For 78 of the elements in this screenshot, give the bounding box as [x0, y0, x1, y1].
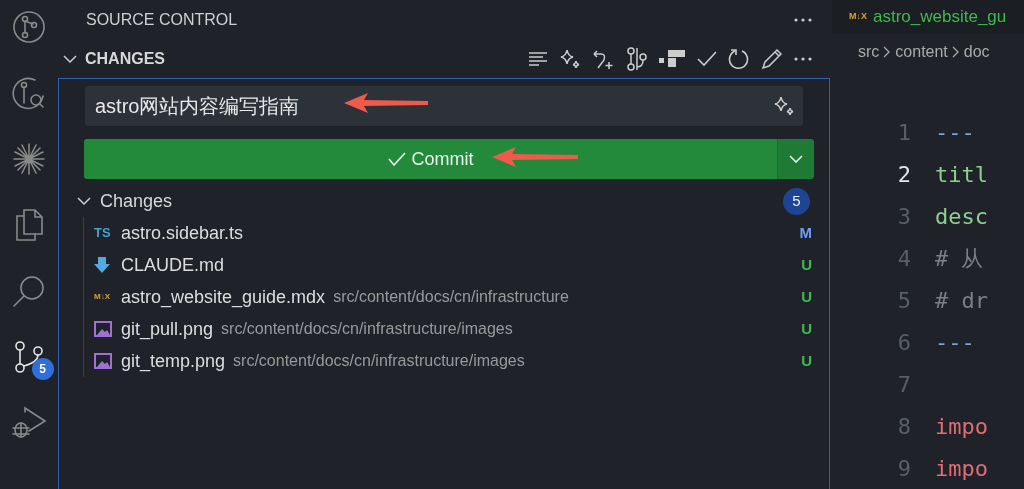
status-letter: M: [799, 222, 812, 243]
file-name: git_temp.png: [121, 349, 226, 374]
file-row[interactable]: git_pull.png src/content/docs/cn/infrastructure/images U: [84, 313, 829, 345]
count-badge: 5: [783, 187, 810, 215]
compare-icon[interactable]: [627, 47, 647, 71]
line-number: 5: [896, 286, 912, 315]
download-arrow-icon: [94, 256, 110, 274]
line-number: 7: [896, 370, 912, 399]
check-icon: [387, 152, 406, 166]
sidebar-title: SOURCE CONTROL: [86, 10, 238, 30]
image-icon: [94, 321, 112, 337]
file-row[interactable]: M↓X astro_website_guide.mdx src/content/docs/cn/infrastructure U: [84, 281, 829, 313]
editor-tab[interactable]: M↓X astro_website_gu: [832, 0, 1024, 35]
file-path: src/content/docs/cn/infrastructure/images: [221, 319, 513, 339]
chevron-icon: [63, 55, 77, 63]
file-path: src/content/docs/cn/infrastructure/images: [233, 351, 525, 371]
line-number: 8: [896, 412, 912, 441]
breadcrumb-item[interactable]: src: [858, 40, 880, 65]
status-letter: U: [801, 350, 812, 371]
file-path: src/content/docs/cn/infrastructure: [333, 287, 569, 307]
image-icon: [94, 353, 112, 369]
refresh-icon[interactable]: [728, 48, 750, 70]
line-number: 9: [896, 454, 912, 483]
markdown-icon: M↓X: [94, 291, 114, 303]
commit-button[interactable]: Commit: [84, 139, 777, 179]
code-line: impo: [935, 454, 988, 483]
line-number: 1: [896, 118, 912, 147]
sparkle-icon[interactable]: [559, 48, 581, 70]
badge: 5: [31, 358, 54, 380]
chevron-icon: [883, 46, 892, 59]
status-letter: U: [801, 254, 812, 275]
code-line: # dr: [935, 286, 988, 315]
breadcrumb-item[interactable]: content: [895, 40, 948, 65]
chevron-icon: [77, 197, 91, 205]
code-line: impo: [935, 412, 988, 441]
file-name: astro.sidebar.ts: [121, 221, 244, 245]
chevron-down-icon: [789, 155, 803, 163]
markdown-icon: M↓X: [849, 10, 867, 24]
group-header[interactable]: Changes: [77, 187, 173, 215]
stash-icon[interactable]: [658, 49, 686, 69]
tab-title: astro_website_gu: [873, 6, 1007, 29]
code-line: desc: [935, 202, 988, 231]
run-debug-icon[interactable]: [10, 406, 47, 440]
search-icon[interactable]: [11, 274, 46, 308]
code-line: ---: [935, 328, 975, 357]
code-line: # 从: [935, 244, 984, 273]
more-icon[interactable]: [794, 18, 812, 22]
status-letter: U: [801, 286, 812, 307]
file-row[interactable]: TS astro.sidebar.ts M: [84, 217, 829, 249]
line-number: 6: [896, 328, 912, 357]
undo-plus-icon[interactable]: [592, 48, 616, 70]
file-name: astro_website_guide.mdx: [121, 285, 326, 310]
file-row[interactable]: git_temp.png src/content/docs/cn/infrastructure/images U: [84, 345, 829, 377]
breadcrumb-item[interactable]: doc: [963, 40, 990, 65]
line-number: 3: [896, 202, 912, 231]
check-icon[interactable]: [697, 51, 717, 67]
file-name: CLAUDE.md: [121, 253, 225, 277]
code-line: ---: [935, 118, 975, 147]
pencil-icon[interactable]: [761, 48, 783, 70]
file-row[interactable]: CLAUDE.md U: [84, 249, 829, 281]
files-icon[interactable]: [13, 208, 44, 242]
commit-options-button[interactable]: [778, 139, 814, 179]
section-header[interactable]: CHANGES: [63, 47, 165, 71]
commit-message-field[interactable]: astro网站内容编写指南: [85, 86, 803, 126]
commit-message: astro网站内容编写指南: [95, 94, 300, 119]
line-number: 4: [896, 244, 912, 273]
typescript-icon: TS: [94, 223, 114, 243]
chevron-icon: [951, 46, 960, 59]
branch-icon[interactable]: [11, 10, 46, 44]
more-icon[interactable]: [794, 57, 812, 61]
asterisk-icon[interactable]: [11, 142, 46, 176]
file-name: git_pull.png: [121, 317, 214, 342]
sparkle-icon[interactable]: [773, 95, 795, 117]
code-line: titl: [935, 160, 988, 189]
branch-search-icon[interactable]: [11, 76, 46, 110]
line-number: 2: [896, 160, 912, 189]
status-letter: U: [801, 318, 812, 339]
list-icon[interactable]: [528, 51, 548, 67]
